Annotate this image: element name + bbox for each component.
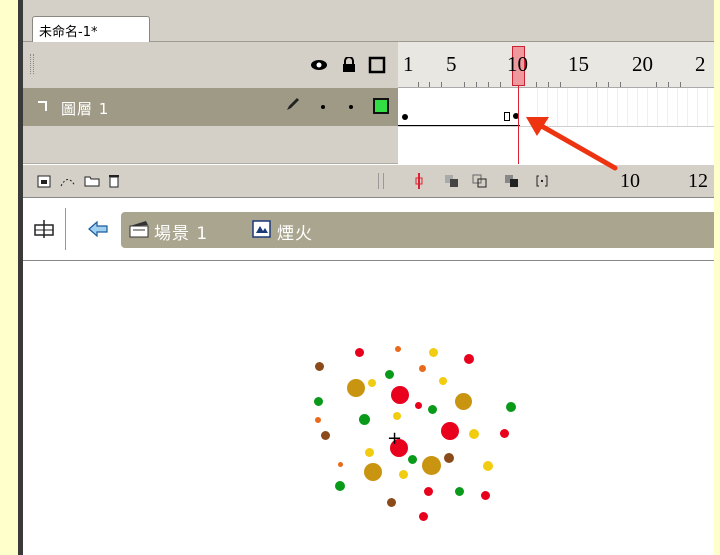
flash-editor-window: 未命名-1* 圖層 1 1 5 10 15 20 2 10 12 場景 1 煙火… [23, 0, 714, 555]
annotation-arrow [526, 117, 618, 171]
slide-margin-left [0, 0, 18, 555]
slide-margin-right [714, 0, 720, 555]
